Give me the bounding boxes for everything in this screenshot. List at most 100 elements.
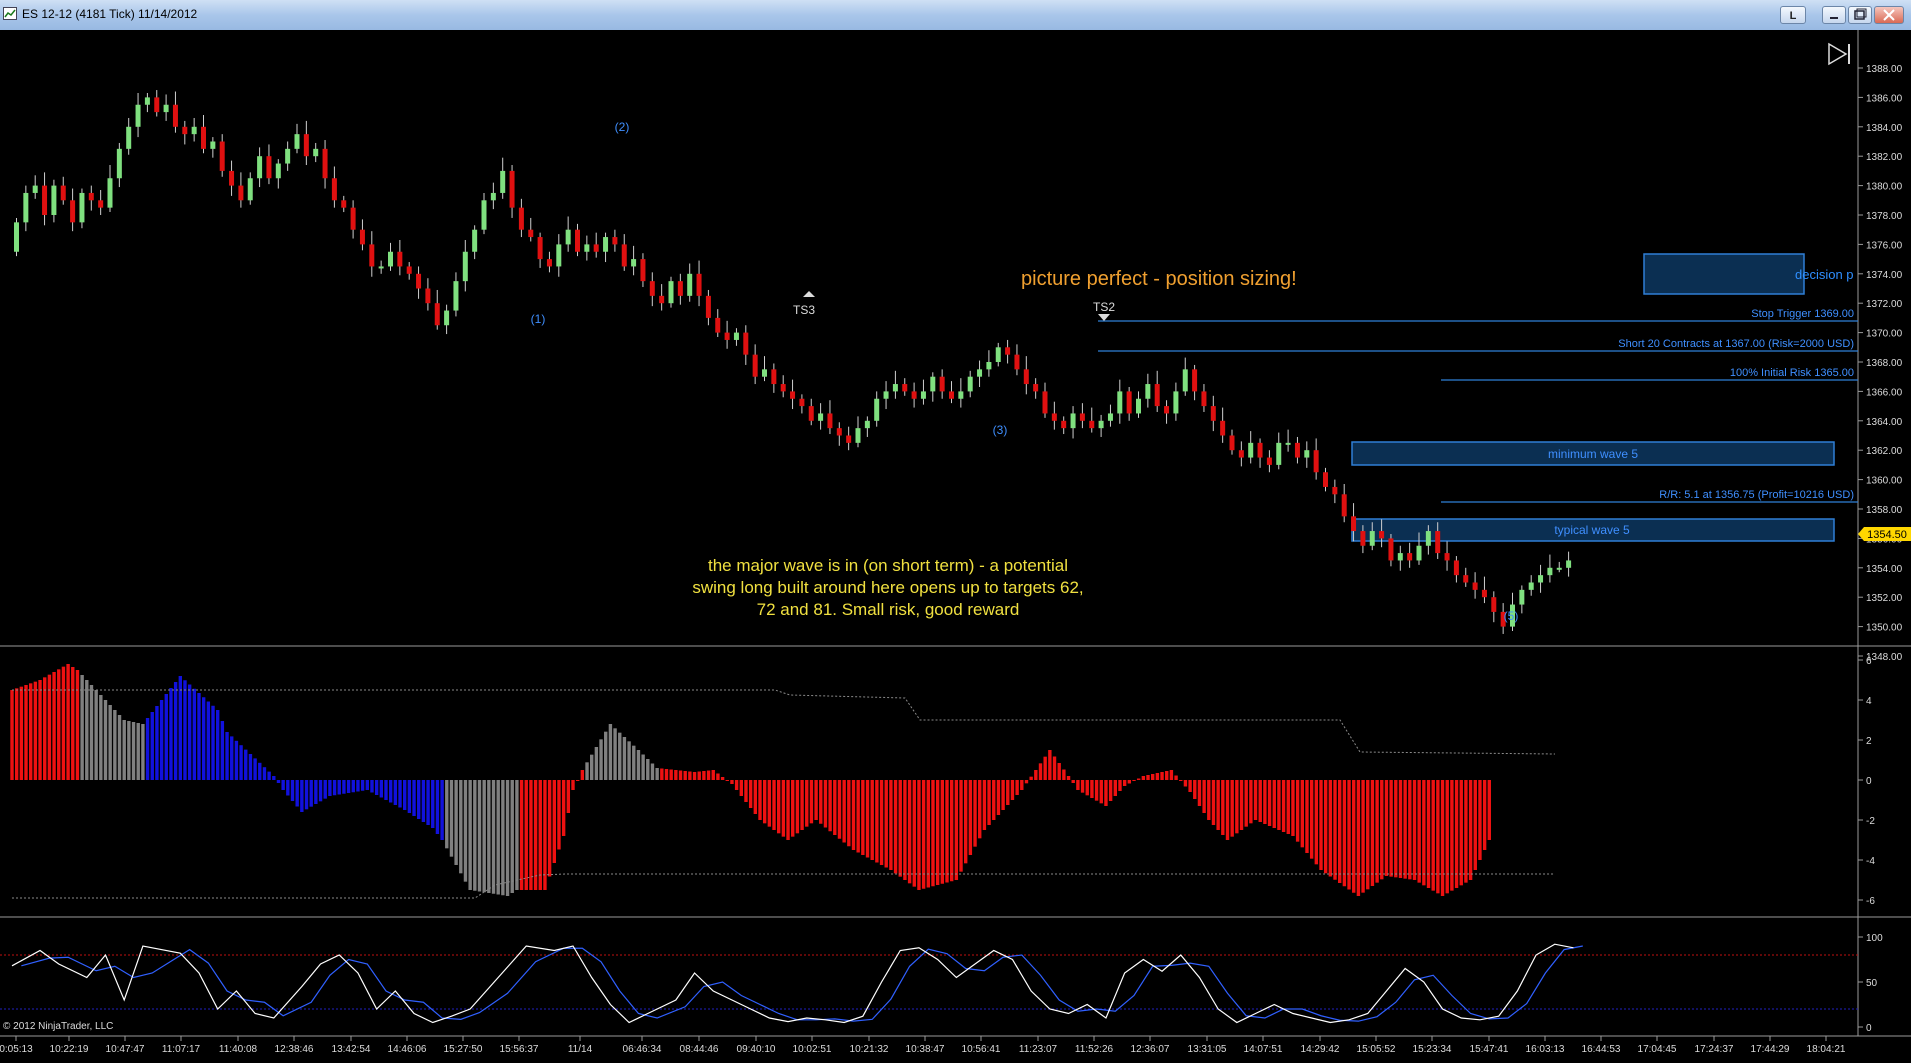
histogram-bar	[1389, 780, 1393, 877]
candle-body	[640, 259, 646, 282]
histogram-bar	[216, 710, 220, 780]
histogram-bar	[337, 780, 341, 795]
histogram-bar	[781, 780, 786, 837]
candle-body	[369, 244, 375, 267]
candle-body	[1145, 384, 1151, 399]
histogram-bar	[1024, 780, 1029, 784]
close-button[interactable]	[1874, 6, 1904, 24]
price-chart[interactable]: 1388.00 1386.00 1384.00 1382.00 1380.00 1378.…	[0, 30, 1911, 1063]
histogram-bar	[767, 780, 772, 827]
histogram-bar	[426, 780, 430, 825]
candle-body	[79, 192, 85, 223]
histogram-bar	[833, 780, 837, 835]
histogram-bar	[1207, 780, 1211, 820]
candle-body	[790, 391, 796, 399]
histogram-bar	[529, 780, 533, 890]
histogram-bar	[1015, 780, 1019, 795]
histogram-bar	[1188, 780, 1192, 792]
candle-body	[1126, 391, 1132, 414]
link-button[interactable]: L	[1780, 6, 1806, 24]
histogram-bar	[875, 780, 879, 863]
histogram-bar	[1183, 780, 1188, 787]
histogram-bar	[342, 780, 346, 794]
decision-zone	[1643, 253, 1805, 295]
histogram-bar	[604, 731, 608, 780]
candle-body	[1379, 531, 1385, 539]
histogram-bar	[879, 780, 884, 865]
histogram-bar	[809, 780, 814, 824]
histogram-bar	[201, 697, 206, 780]
histogram-bar	[360, 780, 365, 791]
histogram-bar	[973, 780, 977, 847]
restore-button[interactable]	[1848, 6, 1872, 24]
histogram-bar	[1380, 780, 1384, 880]
histogram-bar	[1179, 780, 1183, 781]
histogram-bar	[1375, 780, 1379, 883]
histogram-bar	[1174, 775, 1178, 780]
candle-body	[1294, 442, 1300, 458]
time-tick-label: 12:36:07	[1131, 1044, 1170, 1055]
histogram-bar	[1151, 774, 1155, 780]
candle-body	[546, 259, 552, 267]
histogram-bar	[711, 770, 715, 780]
time-tick-label: 08:44:46	[680, 1044, 719, 1055]
candle-body	[275, 163, 281, 179]
histogram-bar	[1347, 780, 1351, 890]
histogram-bar	[187, 684, 192, 780]
histogram-bar	[295, 780, 299, 807]
histogram-bar	[1295, 780, 1300, 842]
histogram-bar	[1038, 763, 1043, 780]
price-tick-label: 1354.00	[1866, 564, 1903, 575]
candle-body	[565, 229, 571, 245]
candle-body	[883, 391, 889, 399]
histogram-bar	[1104, 780, 1108, 806]
histogram-bar	[388, 780, 393, 803]
candle-body	[1472, 582, 1478, 590]
candle-body	[780, 384, 786, 392]
histogram-bar	[1122, 780, 1127, 786]
histogram-bar	[1459, 780, 1463, 886]
candle-body	[126, 126, 132, 149]
histogram-bar	[487, 780, 491, 893]
candle-body	[958, 391, 964, 399]
histogram-bar	[702, 771, 706, 780]
candle-body	[1351, 516, 1357, 532]
histogram-bar	[403, 780, 407, 810]
histogram-bar	[1080, 780, 1085, 793]
candle-body	[144, 97, 150, 105]
histogram-bar	[1436, 780, 1440, 894]
histogram-bar	[89, 685, 94, 780]
histogram-bar	[683, 771, 687, 780]
candle-body	[1023, 369, 1029, 385]
histogram-bar	[1384, 780, 1389, 876]
candle-body	[88, 192, 94, 201]
headline-annotation: picture perfect - position sizing!	[1021, 268, 1297, 290]
histogram-bar	[459, 780, 463, 874]
candle-body	[172, 104, 178, 127]
histogram-bar	[1001, 780, 1005, 810]
histogram-bar	[314, 780, 318, 804]
histogram-bar	[117, 715, 122, 780]
minimize-button[interactable]	[1822, 6, 1846, 24]
histogram-bar	[1267, 780, 1272, 826]
histogram-bar	[575, 780, 580, 781]
histogram-bar	[1165, 771, 1169, 780]
histogram-bar	[580, 770, 585, 780]
histogram-bar	[211, 705, 215, 780]
candle-body	[1276, 442, 1282, 465]
histogram-bar	[206, 701, 211, 780]
candle-body	[1528, 582, 1534, 590]
histogram-bar	[225, 732, 229, 780]
histogram-bar	[1417, 780, 1421, 883]
time-tick-label: 14:46:06	[388, 1044, 427, 1055]
histogram-bar	[33, 681, 38, 780]
histogram-bar	[52, 672, 56, 780]
candle-body	[1154, 384, 1160, 407]
histogram-bar	[613, 728, 617, 780]
histogram-bar	[393, 780, 398, 805]
histogram-bar	[38, 680, 42, 780]
histogram-bar	[1020, 780, 1024, 790]
price-tick-label: 1384.00	[1866, 123, 1903, 134]
candle-body	[808, 406, 814, 421]
candle-body	[23, 192, 29, 223]
